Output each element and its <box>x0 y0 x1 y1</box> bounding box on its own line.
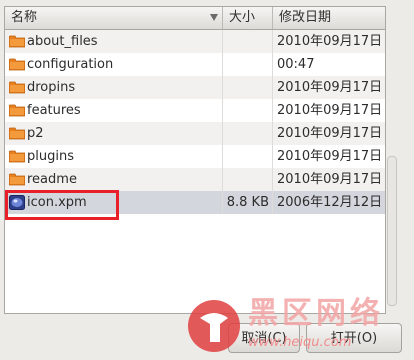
watermark-logo-icon <box>188 300 240 352</box>
watermark: 黑区网络 www.heiqu.com <box>186 294 412 360</box>
file-list[interactable]: 名称 大小 修改日期 about_files 2010年09月17日 confi… <box>4 6 386 314</box>
column-size-label: 大小 <box>229 10 256 25</box>
folder-icon <box>9 150 25 163</box>
file-modified: 2010年09月17日 <box>277 103 383 118</box>
column-header: 名称 大小 修改日期 <box>5 7 385 30</box>
file-modified: 2010年09月17日 <box>277 126 383 141</box>
file-row[interactable]: readme 2010年09月17日 <box>5 168 385 191</box>
watermark-url: www.heiqu.com <box>248 335 352 350</box>
file-size: 8.8 KB <box>226 195 269 210</box>
file-rows: about_files 2010年09月17日 configuration 00… <box>5 30 385 214</box>
folder-icon <box>9 104 25 117</box>
column-header-modified[interactable]: 修改日期 <box>273 7 385 29</box>
file-modified: 00:47 <box>277 57 315 72</box>
file-size <box>223 99 269 122</box>
file-size <box>223 122 269 145</box>
file-row[interactable]: plugins 2010年09月17日 <box>5 145 385 168</box>
file-row[interactable]: configuration 00:47 <box>5 53 385 76</box>
scroll-thumb[interactable] <box>387 156 397 306</box>
file-modified: 2010年09月17日 <box>277 34 383 49</box>
file-modified: 2010年09月17日 <box>277 149 383 164</box>
file-row[interactable]: p2 2010年09月17日 <box>5 122 385 145</box>
file-modified: 2006年12月12日 <box>277 195 383 210</box>
folder-icon <box>9 127 25 140</box>
file-name: configuration <box>27 57 114 72</box>
file-name: dropins <box>27 80 76 95</box>
file-row[interactable]: features 2010年09月17日 <box>5 99 385 122</box>
file-name: readme <box>27 172 77 187</box>
folder-icon <box>9 81 25 94</box>
file-size <box>223 30 269 53</box>
column-modified-label: 修改日期 <box>279 10 332 25</box>
file-name: p2 <box>27 126 44 141</box>
file-row[interactable]: about_files 2010年09月17日 <box>5 30 385 53</box>
file-modified: 2010年09月17日 <box>277 80 383 95</box>
column-name-label: 名称 <box>11 10 38 25</box>
watermark-title: 黑区网络 <box>248 296 384 331</box>
vertical-scrollbar[interactable] <box>386 6 398 312</box>
file-size <box>223 168 269 191</box>
file-chooser-dialog: 名称 大小 修改日期 about_files 2010年09月17日 confi… <box>0 0 414 360</box>
annotation-highlight-box <box>5 190 119 220</box>
file-name: plugins <box>27 149 74 164</box>
column-header-size[interactable]: 大小 <box>223 7 273 29</box>
folder-icon <box>9 58 25 71</box>
file-name: features <box>27 103 81 118</box>
column-header-name[interactable]: 名称 <box>5 7 223 29</box>
file-row[interactable]: dropins 2010年09月17日 <box>5 76 385 99</box>
folder-icon <box>9 35 25 48</box>
file-size <box>223 76 269 99</box>
file-name: about_files <box>27 34 98 49</box>
file-size <box>223 145 269 168</box>
file-modified: 2010年09月17日 <box>277 172 383 187</box>
sort-arrow-icon <box>210 14 218 21</box>
folder-icon <box>9 173 25 186</box>
file-size <box>223 53 269 76</box>
